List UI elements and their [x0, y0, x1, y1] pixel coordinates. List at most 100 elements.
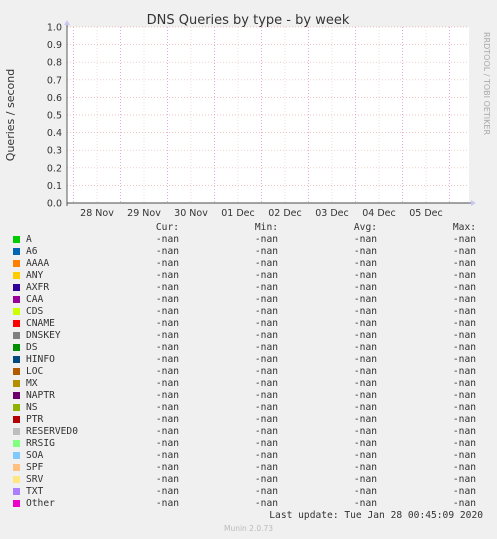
legend-swatch	[13, 440, 20, 447]
legend-cur: -nan	[155, 234, 179, 245]
legend-swatch	[13, 500, 20, 507]
legend-row: AAAA -nan -nan -nan -nan	[0, 258, 497, 270]
legend-max: -nan	[452, 366, 476, 377]
legend-min: -nan	[254, 498, 278, 509]
y-tick-label: 0.5	[47, 111, 62, 122]
legend-min: -nan	[254, 342, 278, 353]
legend-row: ANY -nan -nan -nan -nan	[0, 270, 497, 282]
x-tick-label: 01 Dec	[221, 208, 255, 219]
legend-row: RESERVED0 -nan -nan -nan -nan	[0, 426, 497, 438]
legend-avg: -nan	[353, 462, 377, 473]
legend-cur: -nan	[155, 402, 179, 413]
chart-area: DNS Queries by type - by week Queries / …	[4, 13, 491, 219]
legend-name: CNAME	[26, 318, 55, 329]
legend-row: Other -nan -nan -nan -nan	[0, 498, 497, 510]
legend-name: DNSKEY	[26, 330, 61, 341]
legend-name: AXFR	[26, 282, 50, 293]
y-tick-label: 0.8	[47, 58, 62, 69]
legend-cur: -nan	[155, 342, 179, 353]
legend-max: -nan	[452, 354, 476, 365]
legend-min: -nan	[254, 450, 278, 461]
legend-max: -nan	[452, 234, 476, 245]
legend-avg: -nan	[353, 366, 377, 377]
legend-avg: -nan	[353, 414, 377, 425]
legend-header-cur: Cur:	[155, 222, 179, 233]
legend-max: -nan	[452, 342, 476, 353]
legend-cur: -nan	[155, 270, 179, 281]
legend-cur: -nan	[155, 498, 179, 509]
legend-avg: -nan	[353, 258, 377, 269]
legend-name: CDS	[26, 306, 44, 317]
legend-name: TXT	[26, 486, 44, 497]
legend-min: -nan	[254, 294, 278, 305]
legend-max: -nan	[452, 258, 476, 269]
x-tick-label: 28 Nov	[80, 208, 114, 219]
legend-swatch	[13, 416, 20, 423]
rrdtool-side-label: RRDTOOL / TOBI OETIKER	[482, 32, 491, 135]
legend-max: -nan	[452, 498, 476, 509]
legend-avg: -nan	[353, 330, 377, 341]
legend-swatch	[13, 476, 20, 483]
legend-swatch	[13, 428, 20, 435]
y-tick-label: 1.0	[47, 23, 62, 34]
legend-avg: -nan	[353, 234, 377, 245]
legend-max: -nan	[452, 378, 476, 389]
legend-avg: -nan	[353, 426, 377, 437]
legend-avg: -nan	[353, 270, 377, 281]
legend-max: -nan	[452, 426, 476, 437]
legend-cur: -nan	[155, 282, 179, 293]
legend-cur: -nan	[155, 426, 179, 437]
legend-row: NAPTR -nan -nan -nan -nan	[0, 390, 497, 402]
legend-min: -nan	[254, 270, 278, 281]
legend-min: -nan	[254, 330, 278, 341]
legend-avg: -nan	[353, 498, 377, 509]
legend-cur: -nan	[155, 354, 179, 365]
legend-name: A	[26, 234, 32, 245]
x-axis-arrow-icon	[471, 200, 476, 206]
y-tick-label: 0.3	[47, 146, 62, 157]
y-tick-label: 0.6	[47, 93, 62, 104]
legend-max: -nan	[452, 306, 476, 317]
legend-min: -nan	[254, 318, 278, 329]
legend-name: RRSIG	[26, 438, 55, 449]
legend-name: A6	[26, 246, 38, 257]
legend-max: -nan	[452, 462, 476, 473]
legend-avg: -nan	[353, 318, 377, 329]
legend-min: -nan	[254, 438, 278, 449]
legend-max: -nan	[452, 282, 476, 293]
legend-row: TXT -nan -nan -nan -nan	[0, 486, 497, 498]
last-update: Last update: Tue Jan 28 00:45:09 2020	[269, 510, 483, 521]
legend-swatch	[13, 296, 20, 303]
legend-row: AXFR -nan -nan -nan -nan	[0, 282, 497, 294]
legend-swatch	[13, 272, 20, 279]
legend-name: ANY	[26, 270, 44, 281]
y-tick-label: 0.0	[47, 199, 62, 210]
legend-row: A -nan -nan -nan -nan	[0, 234, 497, 246]
legend-name: NAPTR	[26, 390, 55, 401]
legend-min: -nan	[254, 234, 278, 245]
legend-cur: -nan	[155, 390, 179, 401]
legend-cur: -nan	[155, 378, 179, 389]
legend-swatch	[13, 404, 20, 411]
legend-row: SPF -nan -nan -nan -nan	[0, 462, 497, 474]
legend-row: CAA -nan -nan -nan -nan	[0, 294, 497, 306]
legend-row: PTR -nan -nan -nan -nan	[0, 414, 497, 426]
legend-min: -nan	[254, 402, 278, 413]
legend-row: SRV -nan -nan -nan -nan	[0, 474, 497, 486]
legend-name: PTR	[26, 414, 44, 425]
legend-avg: -nan	[353, 438, 377, 449]
legend-name: CAA	[26, 294, 44, 305]
legend-row: LOC -nan -nan -nan -nan	[0, 366, 497, 378]
legend-header-min: Min:	[254, 222, 278, 233]
legend-row: RRSIG -nan -nan -nan -nan	[0, 438, 497, 450]
y-tick-label: 0.9	[47, 40, 62, 51]
legend-min: -nan	[254, 306, 278, 317]
x-tick-label: 04 Dec	[362, 208, 396, 219]
legend-cur: -nan	[155, 246, 179, 257]
legend-swatch	[13, 488, 20, 495]
legend-row: NS -nan -nan -nan -nan	[0, 402, 497, 414]
legend-avg: -nan	[353, 378, 377, 389]
legend-min: -nan	[254, 486, 278, 497]
legend-max: -nan	[452, 450, 476, 461]
legend-row: A6 -nan -nan -nan -nan	[0, 246, 497, 258]
